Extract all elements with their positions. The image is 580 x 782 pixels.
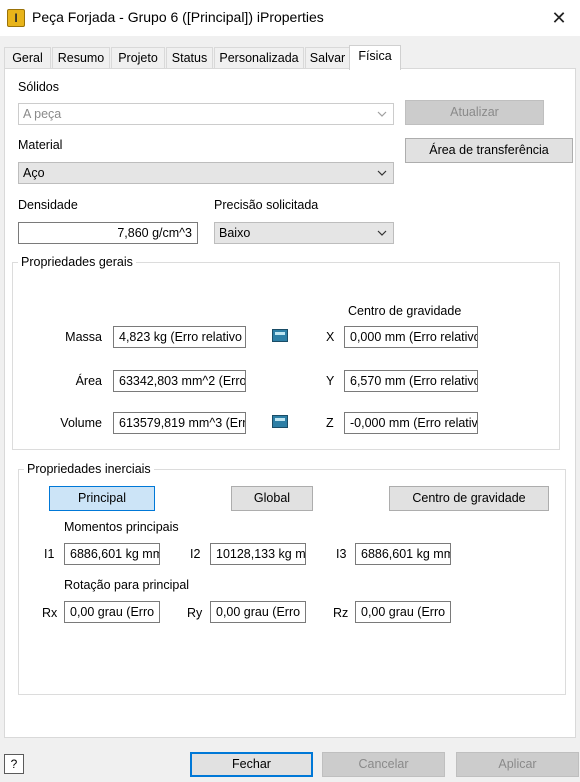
- close-icon[interactable]: ✕: [542, 2, 576, 34]
- accuracy-dropdown[interactable]: Baixo: [214, 222, 394, 244]
- cog-title: Centro de gravidade: [348, 304, 462, 318]
- moments-title: Momentos principais: [64, 520, 179, 534]
- solids-label: Sólidos: [18, 80, 59, 94]
- area-field[interactable]: 63342,803 mm^2 (Erro: [113, 370, 246, 392]
- i3-field[interactable]: 6886,601 kg mm^2: [355, 543, 451, 565]
- tab-fisica[interactable]: Física: [349, 45, 401, 70]
- tab-projeto[interactable]: Projeto: [111, 47, 165, 69]
- chevron-down-icon: [377, 170, 387, 176]
- mass-label: Massa: [65, 330, 102, 344]
- volume-label: Volume: [60, 416, 102, 430]
- center-of-gravity-button[interactable]: Centro de gravidade: [389, 486, 549, 511]
- tab-resumo[interactable]: Resumo: [52, 47, 110, 69]
- rz-label: Rz: [333, 606, 349, 620]
- cog-y-field[interactable]: 6,570 mm (Erro relativo: [344, 370, 478, 392]
- mass-field[interactable]: 4,823 kg (Erro relativo: [113, 326, 246, 348]
- apply-button[interactable]: Aplicar: [456, 752, 579, 777]
- tab-geral[interactable]: Geral: [4, 47, 51, 69]
- update-button[interactable]: Atualizar: [405, 100, 544, 125]
- material-label: Material: [18, 138, 63, 152]
- general-properties-title: Propriedades gerais: [18, 255, 136, 269]
- rx-field[interactable]: 0,00 grau (Erro: [64, 601, 160, 623]
- close-button[interactable]: Fechar: [190, 752, 313, 777]
- chevron-down-icon: [377, 111, 387, 117]
- rotation-title: Rotação para principal: [64, 578, 190, 592]
- tab-bar: Geral Resumo Projeto Status Personalizad…: [4, 45, 580, 70]
- rz-field[interactable]: 0,00 grau (Erro: [355, 601, 451, 623]
- calculator-icon[interactable]: [272, 329, 288, 342]
- i2-label: I2: [190, 547, 201, 561]
- ry-field[interactable]: 0,00 grau (Erro: [210, 601, 306, 623]
- title-bar: I Peça Forjada - Grupo 6 ([Principal]) i…: [0, 0, 580, 36]
- i3-label: I3: [336, 547, 347, 561]
- i1-field[interactable]: 6886,601 kg mm^2: [64, 543, 160, 565]
- cog-x-field[interactable]: 0,000 mm (Erro relativo: [344, 326, 478, 348]
- help-icon[interactable]: ?: [4, 754, 24, 774]
- ry-label: Ry: [187, 606, 203, 620]
- accuracy-label: Precisão solicitada: [214, 198, 319, 212]
- density-label: Densidade: [18, 198, 78, 212]
- global-button[interactable]: Global: [231, 486, 313, 511]
- y-label: Y: [326, 374, 335, 388]
- window-title: Peça Forjada - Grupo 6 ([Principal]) iPr…: [32, 9, 324, 25]
- clipboard-button[interactable]: Área de transferência: [405, 138, 573, 163]
- tab-salvar[interactable]: Salvar: [305, 47, 350, 69]
- cog-z-field[interactable]: -0,000 mm (Erro relativo: [344, 412, 478, 434]
- tab-personalizada[interactable]: Personalizada: [214, 47, 304, 69]
- i2-field[interactable]: 10128,133 kg mm^2: [210, 543, 306, 565]
- calculator-icon[interactable]: [272, 415, 288, 428]
- x-label: X: [326, 330, 335, 344]
- material-value: Aço: [23, 166, 45, 180]
- z-label: Z: [326, 416, 334, 430]
- volume-field[interactable]: 613579,819 mm^3 (Err: [113, 412, 246, 434]
- inventor-app-icon: I: [7, 9, 25, 27]
- rx-label: Rx: [42, 606, 58, 620]
- area-label: Área: [75, 374, 102, 388]
- inertial-properties-title: Propriedades inerciais: [24, 462, 154, 476]
- chevron-down-icon: [377, 230, 387, 236]
- cancel-button[interactable]: Cancelar: [322, 752, 445, 777]
- i1-label: I1: [44, 547, 55, 561]
- solids-dropdown[interactable]: A peça: [18, 103, 394, 125]
- solids-value: A peça: [23, 107, 62, 121]
- material-dropdown[interactable]: Aço: [18, 162, 394, 184]
- accuracy-value: Baixo: [219, 226, 251, 240]
- principal-button[interactable]: Principal: [49, 486, 155, 511]
- tab-status[interactable]: Status: [166, 47, 213, 69]
- density-field[interactable]: 7,860 g/cm^3: [18, 222, 198, 244]
